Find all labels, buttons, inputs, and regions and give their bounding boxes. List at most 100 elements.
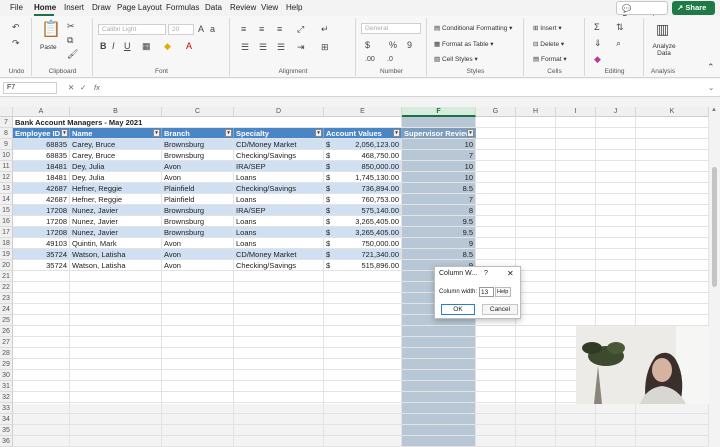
empty-cell[interactable]	[476, 392, 516, 403]
empty-cell[interactable]	[556, 436, 596, 447]
borders-icon[interactable]: ▦	[142, 41, 151, 51]
menu-page-layout[interactable]: Page Layout	[117, 3, 162, 12]
empty-cell[interactable]	[556, 271, 596, 282]
empty-cell[interactable]	[516, 337, 556, 348]
scrollbar-thumb[interactable]	[712, 167, 717, 287]
cancel-button[interactable]: Cancel	[482, 304, 518, 315]
supervisor-review-cell[interactable]: 9	[402, 238, 476, 249]
account-value-cell[interactable]: 575,140.00	[336, 205, 402, 216]
column-header-c[interactable]: C	[162, 107, 234, 117]
empty-cell[interactable]	[70, 359, 162, 370]
supervisor-review-cell[interactable]: 8.5	[402, 249, 476, 260]
merge-center-icon[interactable]: ⊞	[321, 42, 329, 52]
specialty-cell[interactable]: Loans	[234, 194, 324, 205]
account-value-cell[interactable]: 1,745,130.00	[336, 172, 402, 183]
empty-cell[interactable]	[516, 359, 556, 370]
empty-cell[interactable]	[556, 403, 596, 414]
specialty-cell[interactable]: Checking/Savings	[234, 150, 324, 161]
row-header[interactable]: 20	[0, 260, 13, 271]
table-header-cell[interactable]: Employee ID ▾	[13, 128, 70, 139]
branch-cell[interactable]: Brownsburg	[162, 139, 234, 150]
format-as-table-button[interactable]: ▦ Format as Table ▾	[434, 40, 494, 48]
empty-cell[interactable]	[324, 425, 402, 436]
branch-cell[interactable]: Plainfield	[162, 194, 234, 205]
branch-cell[interactable]: Avon	[162, 260, 234, 271]
filter-dropdown-icon[interactable]: ▾	[467, 129, 474, 137]
empty-cell[interactable]	[13, 370, 70, 381]
clear-icon[interactable]: ◆	[594, 54, 601, 64]
employee-id-cell[interactable]: 35724	[13, 249, 70, 260]
autosum-icon[interactable]: Σ	[594, 22, 600, 32]
row-header[interactable]: 28	[0, 348, 13, 359]
empty-cell[interactable]	[556, 425, 596, 436]
font-name-combo[interactable]: Calibri Light	[98, 24, 166, 35]
bold-icon[interactable]: B	[100, 41, 107, 51]
filter-dropdown-icon[interactable]: ▾	[393, 129, 400, 137]
empty-cell[interactable]	[162, 392, 234, 403]
align-middle-icon[interactable]: ≡	[259, 24, 264, 34]
dialog-help-icon[interactable]: ?	[484, 270, 488, 277]
empty-cell[interactable]	[636, 304, 709, 315]
dialog-close-icon[interactable]: ✕	[507, 269, 514, 278]
increase-decimal-icon[interactable]: .00	[365, 55, 375, 65]
analyze-data-icon[interactable]: ▥	[656, 22, 669, 36]
account-value-cell[interactable]: 515,896.00	[336, 260, 402, 271]
empty-cell[interactable]	[13, 381, 70, 392]
empty-cell[interactable]	[476, 359, 516, 370]
empty-cell[interactable]	[234, 392, 324, 403]
align-left-icon[interactable]: ☰	[241, 42, 249, 52]
filter-dropdown-icon[interactable]: ▾	[153, 129, 160, 137]
vertical-scrollbar[interactable]: ▲	[709, 107, 720, 404]
employee-id-cell[interactable]: 42687	[13, 194, 70, 205]
conditional-formatting-button[interactable]: ▤ Conditional Formatting ▾	[434, 24, 512, 32]
empty-cell[interactable]	[596, 403, 636, 414]
empty-cell[interactable]	[636, 183, 709, 194]
row-header[interactable]: 33	[0, 403, 13, 414]
decrease-font-icon[interactable]: a	[210, 24, 215, 34]
branch-cell[interactable]: Avon	[162, 249, 234, 260]
empty-cell[interactable]	[596, 194, 636, 205]
name-cell[interactable]: Carey, Bruce	[70, 139, 162, 150]
empty-cell[interactable]	[636, 425, 709, 436]
employee-id-cell[interactable]: 17208	[13, 205, 70, 216]
empty-cell[interactable]	[162, 425, 234, 436]
align-top-icon[interactable]: ≡	[241, 24, 246, 34]
empty-cell[interactable]	[556, 150, 596, 161]
empty-cell[interactable]	[324, 304, 402, 315]
row-header[interactable]: 27	[0, 337, 13, 348]
empty-cell[interactable]	[556, 304, 596, 315]
empty-cell[interactable]	[636, 161, 709, 172]
table-header-cell[interactable]: Name ▾	[70, 128, 162, 139]
employee-id-cell[interactable]: 42687	[13, 183, 70, 194]
specialty-cell[interactable]: Loans	[234, 238, 324, 249]
undo-icon[interactable]: ↶	[12, 22, 20, 32]
name-cell[interactable]: Carey, Bruce	[70, 150, 162, 161]
employee-id-cell[interactable]: 68835	[13, 139, 70, 150]
empty-cell[interactable]	[324, 326, 402, 337]
empty-cell[interactable]	[162, 271, 234, 282]
employee-id-cell[interactable]: 49103	[13, 238, 70, 249]
column-header-b[interactable]: B	[70, 107, 162, 117]
empty-cell[interactable]	[556, 260, 596, 271]
empty-cell[interactable]	[516, 128, 556, 139]
menu-formulas[interactable]: Formulas	[166, 3, 199, 12]
empty-cell[interactable]	[556, 205, 596, 216]
column-header-j[interactable]: J	[596, 107, 636, 117]
name-box[interactable]: F7	[3, 82, 57, 94]
empty-cell[interactable]	[556, 194, 596, 205]
row-header[interactable]: 17	[0, 227, 13, 238]
menu-data[interactable]: Data	[205, 3, 222, 12]
fill-icon[interactable]: ⇓	[594, 38, 602, 48]
share-button[interactable]: ↗ Share	[672, 1, 715, 15]
filter-dropdown-icon[interactable]: ▾	[61, 129, 68, 137]
row-header[interactable]: 13	[0, 183, 13, 194]
employee-id-cell[interactable]: 68835	[13, 150, 70, 161]
indent-icon[interactable]: ⇥	[297, 42, 305, 52]
empty-cell[interactable]	[324, 381, 402, 392]
row-header[interactable]: 7	[0, 117, 13, 128]
specialty-cell[interactable]: IRA/SEP	[234, 205, 324, 216]
account-value-cell[interactable]: 2,056,123.00	[336, 139, 402, 150]
empty-cell[interactable]	[556, 293, 596, 304]
empty-cell[interactable]	[324, 436, 402, 447]
empty-cell[interactable]	[516, 282, 556, 293]
